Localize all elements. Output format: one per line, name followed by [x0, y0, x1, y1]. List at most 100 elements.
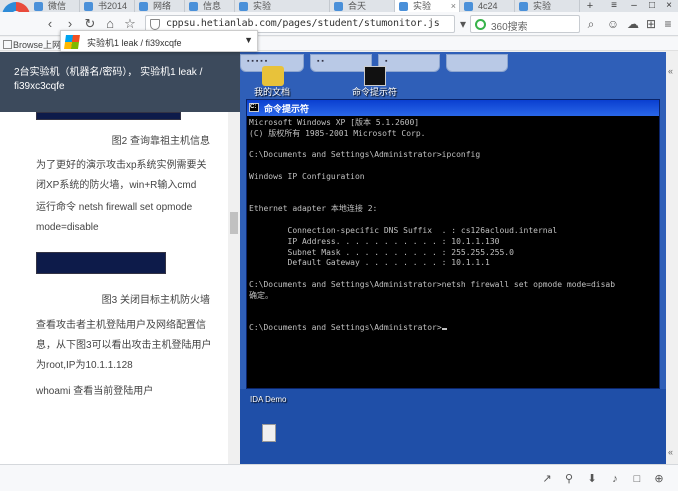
browser-tab-bar: 微信 书2014 网络 信息 实验 合天 实验 × 4c24 实验 + ≡ – □…	[0, 0, 678, 12]
console-line: Windows IP Configuration	[249, 171, 365, 181]
vm-desktop-lower: IDA Demo	[240, 389, 666, 464]
vm-screen[interactable]: ▪ ▪ ▪ ▪ ▪ ▪ ▪ ▪ 我的文档 命令提示符 C: 命令提示符 Micr…	[240, 52, 666, 464]
new-tab-button[interactable]: +	[583, 0, 597, 12]
console-line: IP Address. . . . . . . . . . . : 10.1.1…	[249, 236, 500, 246]
cmd-shortcut-icon[interactable]	[364, 66, 386, 86]
back-icon[interactable]: ‹	[42, 16, 58, 32]
cmd-window[interactable]: C: 命令提示符 Microsoft Windows XP [版本 5.1.26…	[246, 99, 660, 389]
lab-credentials-text: 2台实验机（机器名/密码）， 实验机1 leak / fi39xc3cqfe	[14, 67, 203, 92]
tab-favicon-icon	[464, 2, 473, 11]
tab-favicon-icon	[334, 2, 343, 11]
minimize-icon[interactable]: –	[625, 0, 643, 12]
tab-2[interactable]: 书2014	[80, 0, 135, 12]
search-icon[interactable]: ⌕	[583, 16, 599, 32]
tab-favicon-icon	[34, 2, 43, 11]
tab-4[interactable]: 信息	[185, 0, 235, 12]
console-line: C:\Documents and Settings\Administrator>	[249, 323, 659, 334]
vm-toolbar-icons: ▪	[385, 58, 388, 65]
vm-toolbar-icons: ▪ ▪ ▪ ▪ ▪	[247, 58, 268, 65]
address-dropdown-icon[interactable]: ▾	[455, 16, 471, 32]
paragraph-netsh-command: 运行命令 netsh firewall set opmode mode=disa…	[36, 202, 193, 233]
figure-2-image	[36, 112, 181, 120]
user-icon[interactable]: ☺	[605, 16, 621, 32]
instructions-pane: 2台实验机（机器名/密码）， 实验机1 leak / fi39xc3cqfe 图…	[0, 52, 240, 464]
cloud-icon[interactable]: ☁	[625, 16, 641, 32]
expand-icon[interactable]: «	[668, 447, 678, 457]
collapse-icon[interactable]: «	[668, 66, 678, 76]
lab-article: 图2 查询靠祖主机信息 为了更好的演示攻击xp系统实例需要关闭XP系统的防火墙，…	[0, 112, 228, 402]
bookmark-arrow-icon[interactable]: ↗	[540, 472, 554, 486]
console-line: Default Gateway . . . . . . . . : 10.1.1…	[249, 258, 490, 268]
console-line: Subnet Mask . . . . . . . . . . : 255.25…	[249, 247, 514, 257]
cmd-title: 命令提示符	[264, 104, 310, 114]
extension-icon[interactable]: ⚲	[562, 472, 576, 486]
left-scrollbar[interactable]	[228, 112, 240, 464]
folder-icon[interactable]	[262, 66, 284, 86]
tab-1[interactable]: 微信	[30, 0, 80, 12]
cmd-title-bar[interactable]: C: 命令提示符	[247, 100, 659, 116]
document-icon[interactable]	[262, 424, 276, 442]
tab-active[interactable]: 实验 ×	[395, 0, 460, 12]
figure-2-caption: 图2 查询靠祖主机信息	[111, 136, 210, 147]
tab-5[interactable]: 实验	[235, 0, 330, 12]
close-window-icon[interactable]: ×	[660, 0, 678, 12]
security-shield-icon	[150, 19, 160, 30]
console-line: C:\Documents and Settings\Administrator>…	[249, 279, 616, 289]
console-line: Ethernet adapter 本地连接 2:	[249, 204, 378, 214]
console-line: 确定。	[249, 290, 273, 300]
maximize-icon[interactable]: □	[643, 0, 661, 12]
right-scrollbar[interactable]: « «	[666, 52, 678, 464]
figure-3-caption: 图3 关闭目标主机防火墙	[101, 295, 210, 306]
figure-3-image	[36, 252, 166, 274]
vm-toolbar-button[interactable]: ▪	[378, 54, 440, 72]
vm-selector[interactable]: 实验机1 leak / fi39xcqfe ▼	[60, 30, 258, 52]
left-scrollbar-thumb[interactable]	[230, 212, 238, 234]
sound-icon[interactable]: ♪	[608, 472, 622, 486]
chevron-down-icon: ▼	[244, 35, 253, 45]
tab-8[interactable]: 4c24	[460, 0, 515, 12]
zoom-icon[interactable]: ⊕	[652, 472, 666, 486]
windows-logo-icon	[64, 35, 80, 49]
search-engine-icon	[475, 19, 486, 30]
tab-favicon-icon	[139, 2, 148, 11]
more-menu-icon[interactable]: ≡	[660, 16, 676, 32]
desktop-label-ida: IDA Demo	[250, 395, 287, 404]
tab-9[interactable]: 实验	[515, 0, 580, 12]
menu-icon[interactable]: ≡	[605, 0, 623, 12]
cmd-icon: C:	[249, 103, 259, 112]
text-cursor-icon	[441, 328, 447, 331]
window-icon[interactable]: □	[630, 472, 644, 486]
desktop-label-cmd: 命令提示符	[352, 87, 398, 97]
paragraph-attacker-info: 查看攻击者主机登陆用户及网络配置信息，从下图3可以看出攻击主机登陆用户为root…	[36, 320, 212, 371]
paragraph-whoami: whoami 查看当前登陆用户	[36, 386, 154, 397]
browser-status-bar: ↗ ⚲ ⬇ ♪ □ ⊕	[0, 464, 678, 491]
lab-header: 2台实验机（机器名/密码）， 实验机1 leak / fi39xc3cqfe	[0, 52, 240, 112]
search-input[interactable]: 360搜索	[470, 15, 580, 33]
download-icon[interactable]: ⬇	[585, 472, 599, 486]
tab-favicon-icon	[399, 2, 408, 11]
tab-3[interactable]: 网络	[135, 0, 185, 12]
url-text: cppsu.hetianlab.com/pages/student/stumon…	[166, 18, 440, 29]
vm-toolbar-icons: ▪ ▪	[317, 58, 324, 65]
extensions-icon[interactable]: ⊞	[643, 16, 659, 32]
tab-6[interactable]: 合天	[330, 0, 395, 12]
tab-favicon-icon	[189, 2, 198, 11]
tab-favicon-icon	[519, 2, 528, 11]
desktop-label-my-documents: 我的文档	[254, 87, 291, 97]
console-line: C:\Documents and Settings\Administrator>…	[249, 150, 481, 160]
vm-toolbar-button[interactable]	[446, 54, 508, 72]
console-line: Connection-specific DNS Suffix . : cs126…	[249, 225, 558, 235]
console-line: (C) 版权所有 1985-2001 Microsoft Corp.	[249, 128, 426, 138]
vm-toolbar-button[interactable]: ▪ ▪	[310, 54, 372, 72]
close-tab-icon[interactable]: ×	[451, 0, 456, 12]
tab-favicon-icon	[84, 2, 93, 11]
cmd-console-output[interactable]: Microsoft Windows XP [版本 5.1.2600] (C) 版权…	[249, 118, 659, 388]
paragraph-disable-firewall: 为了更好的演示攻击xp系统实例需要关闭XP系统的防火墙，win+R输入cmd	[36, 160, 207, 191]
